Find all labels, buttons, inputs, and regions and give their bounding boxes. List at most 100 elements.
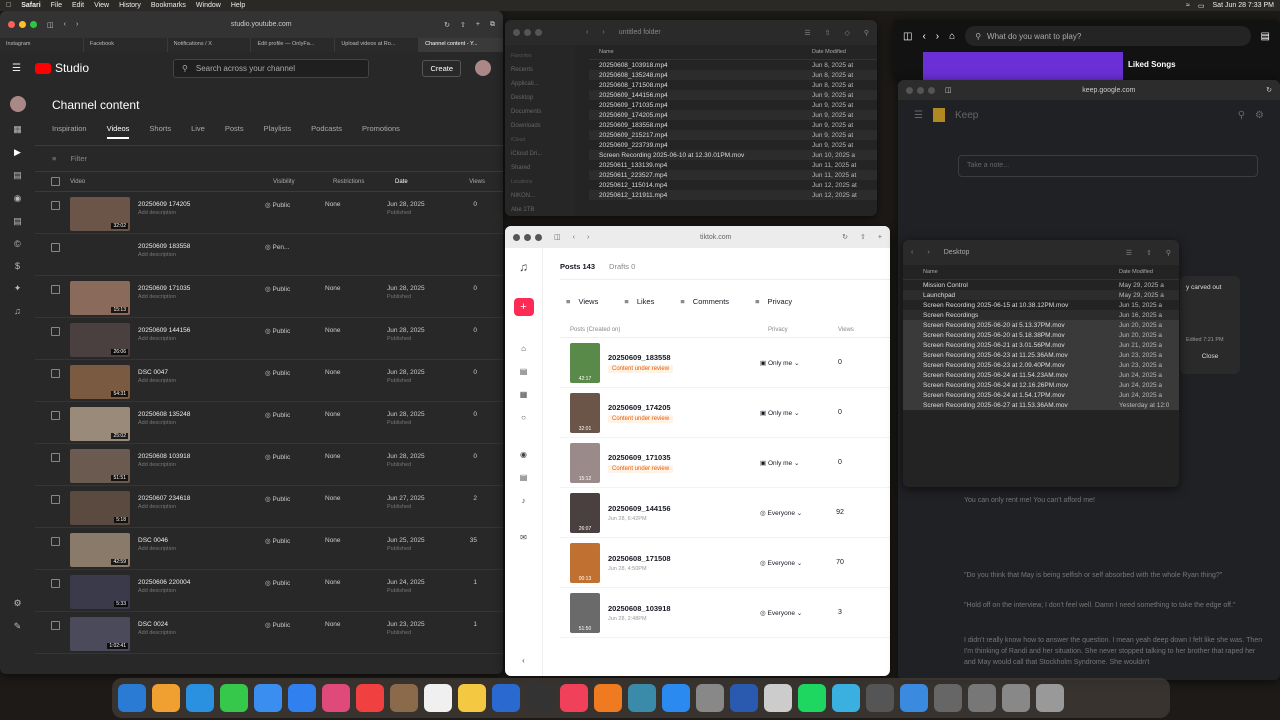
tab-overview-icon[interactable]: ⧉ [490,21,495,29]
table-row[interactable]: 1:02:41 DSC 0024 Add description ◎ Public No… [35,612,503,654]
dashboard-icon[interactable]: ▦ [13,124,22,135]
pages-icon[interactable] [594,684,622,712]
menu-window[interactable]: Window [196,2,221,9]
minimize-window-button[interactable] [917,86,924,94]
post-info[interactable]: 20250609_144156 Jun 28, 6:42PM [600,504,760,522]
menu-clock[interactable]: Sat Jun 28 7:33 PM [1213,2,1274,9]
messages-icon[interactable] [220,684,248,712]
file-row[interactable]: Screen Recording 2025-06-21 at 3.01.56PM… [903,340,1179,350]
reminders-icon[interactable] [424,684,452,712]
video-title[interactable]: DSC 0046 Add description [130,533,265,556]
tag-icon[interactable]: ◇ [844,29,849,37]
menu-bookmarks[interactable]: Bookmarks [151,2,186,9]
table-row[interactable]: 26:06 20250609 144156 Add description ◎ Pub… [35,318,503,360]
sort-comments-button[interactable]: ≡ Comments [674,294,741,309]
appstore-icon[interactable] [288,684,316,712]
back-icon[interactable]: ‹ [586,29,588,36]
review-badge[interactable]: Content under review [608,414,674,423]
settings-icon[interactable]: ⚙ [1255,110,1264,121]
video-thumbnail[interactable]: 26:06 [70,323,130,357]
file-row[interactable]: Screen Recordings Jun 16, 2025 a [903,310,1179,320]
file-row[interactable]: 20250609_215217.mp4 Jun 9, 2025 at [589,130,877,140]
video-title[interactable]: 20250606 220004 Add description [130,575,265,598]
menu-view[interactable]: View [94,2,109,9]
liked-songs-label[interactable]: Liked Songs [1128,60,1176,69]
view-options-icon[interactable]: ☰ [804,29,810,37]
appletv-icon[interactable] [526,684,554,712]
mail-icon[interactable] [254,684,282,712]
view-options-icon[interactable]: ☰ [1126,249,1132,257]
zoom-window-button[interactable] [30,21,37,28]
appstore-icon[interactable] [662,684,690,712]
file-row[interactable]: Mission Control May 29, 2025 a [903,280,1179,290]
row-checkbox[interactable] [51,201,60,210]
post-info[interactable]: 20250608_103918 Jun 28, 2:48PM [600,604,760,622]
sort-privacy-button[interactable]: ≡ Privacy [749,294,804,309]
video-thumbnail[interactable]: 25:02 [70,407,130,441]
content-icon[interactable]: ▶ [14,147,21,158]
posts-icon[interactable]: ▤ [520,367,528,376]
forward-icon[interactable]: › [587,234,589,241]
video-thumbnail[interactable]: 5:18 [70,491,130,525]
file-row[interactable]: Screen Recording 2025-06-20 at 5.13.37PM… [903,320,1179,330]
playlist-cover[interactable] [923,52,1123,80]
visibility-cell[interactable]: ◎ Public [265,281,325,293]
file-row[interactable]: 20250609_174205.mp4 Jun 9, 2025 at [589,110,877,120]
sidebar-item[interactable]: Recents [511,63,569,77]
close-window-button[interactable] [906,86,913,94]
collapse-sidebar-icon[interactable]: ‹ [522,656,525,665]
table-row[interactable]: 5:33 20250606 220004 Add description ◎ Publ… [35,570,503,612]
sidebar-item[interactable]: iCloud Dri... [511,147,569,161]
minimize-window-button[interactable] [19,21,26,28]
file-row[interactable]: 20250612_121911.mp4 Jun 12, 2025 at [589,190,877,200]
sidebar-item[interactable]: Abe 1TB [511,203,569,216]
hamburger-menu-icon[interactable]: ☰ [12,63,21,74]
recent-app-icon[interactable] [934,684,962,712]
table-row[interactable]: 54:31 DSC 0047 Add description ◎ Public None… [35,360,503,402]
share-icon[interactable]: ⇧ [1146,249,1152,257]
launchpad-icon[interactable] [152,684,180,712]
video-title[interactable]: 20250609 171035 Add description [130,281,265,304]
hamburger-menu-icon[interactable]: ☰ [914,110,923,121]
tab-shorts[interactable]: Shorts [149,124,171,139]
finder-icon[interactable] [118,684,146,712]
row-checkbox[interactable] [51,579,60,588]
inspiration-icon[interactable]: ◉ [520,450,527,459]
post-thumbnail[interactable]: 32:01 [570,392,600,433]
post-thumbnail[interactable]: 00:13 [570,542,600,583]
community-icon[interactable]: ◉ [14,193,22,204]
file-row[interactable]: Screen Recording 2025-06-27 at 11.53.36A… [903,400,1179,410]
channel-avatar[interactable] [9,96,26,112]
file-row[interactable]: 20250608_135248.mp4 Jun 8, 2025 at [589,70,877,80]
col-views[interactable]: Views [455,179,485,185]
post-row[interactable]: 51:50 20250608_103918 Jun 28, 2:48PM ◎ Ever… [560,588,890,638]
file-row[interactable]: 20250608_103918.mp4 Jun 8, 2025 at [589,60,877,70]
sidebar-toggle-icon[interactable]: ◫ [945,86,952,94]
privacy-dropdown[interactable]: ◎ Everyone ⌄ [760,509,830,517]
tab-live[interactable]: Live [191,124,205,139]
reload-icon[interactable]: ↻ [842,233,848,241]
tab-drafts[interactable]: Drafts 0 [609,262,635,271]
wifi-icon[interactable]: ≈ [1186,2,1190,9]
col-restrictions[interactable]: Restrictions [333,179,395,185]
tab-playlists[interactable]: Playlists [264,124,292,139]
menu-help[interactable]: Help [231,2,245,9]
share-icon[interactable]: ⇧ [825,29,831,37]
col-posts[interactable]: Posts (Created on) [570,327,768,333]
post-thumbnail[interactable]: 26:07 [570,492,600,533]
preview-icon[interactable] [764,684,792,712]
visibility-cell[interactable]: ◎ Public [265,197,325,209]
upload-button[interactable]: + [513,298,534,316]
row-checkbox[interactable] [51,411,60,420]
minimize-window-button[interactable] [524,29,531,36]
col-date[interactable]: Date [395,179,455,185]
row-checkbox[interactable] [51,453,60,462]
zoom-window-button[interactable] [535,29,542,36]
sidebar-toggle-icon[interactable]: ◫ [554,233,561,241]
sidebar-item[interactable]: NIKON... [511,189,569,203]
table-row[interactable]: 25:02 20250608 135248 Add description ◎ Pub… [35,402,503,444]
post-row[interactable]: 26:07 20250609_144156 Jun 28, 6:42PM ◎ Ever… [560,488,890,538]
system-settings-icon[interactable] [696,684,724,712]
recent-app-icon[interactable] [968,684,996,712]
file-row[interactable]: Screen Recording 2025-06-20 at 5.18.38PM… [903,330,1179,340]
